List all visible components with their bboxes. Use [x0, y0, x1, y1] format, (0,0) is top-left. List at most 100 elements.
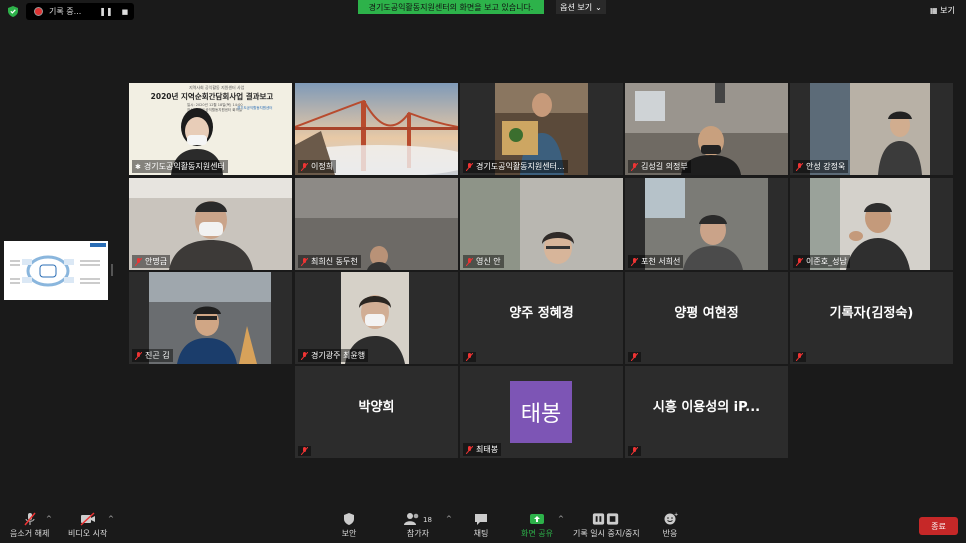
video-tile[interactable]: 안성 강정욱: [790, 83, 953, 175]
participant-avatar: 태봉: [510, 381, 572, 443]
share-screen-button[interactable]: 화면 공유: [521, 512, 553, 539]
pause-stop-recording-label: 기록 일시 중지/중지: [573, 529, 640, 538]
muted-mic-icon: [631, 353, 638, 361]
gallery-view-button[interactable]: ▦ 보기: [930, 5, 955, 16]
participants-label: 참가자: [406, 529, 429, 538]
recording-label: 기록 중...: [49, 7, 82, 16]
muted-mic-icon: [135, 257, 142, 266]
slide-title: 2020년 지역순회간담회사업 결과보고: [150, 92, 274, 101]
reactions-label: 반응: [662, 529, 678, 538]
chat-button[interactable]: 채팅: [473, 512, 489, 539]
participants-options-caret-icon[interactable]: ^: [446, 515, 452, 523]
muted-mic-icon: [466, 162, 473, 171]
participant-name: [793, 352, 806, 362]
participant-display-name: 시흥 이용성의 iP...: [652, 399, 761, 415]
video-tile[interactable]: 경기도공익활동지원센터...: [460, 83, 623, 175]
participant-name: 최희신 동두천: [298, 255, 361, 268]
video-tile[interactable]: 양주 정혜경: [460, 272, 623, 364]
participant-name: ✱ 경기도공익활동지원센터: [132, 160, 228, 173]
video-tile[interactable]: 안명금: [129, 178, 292, 270]
video-tile[interactable]: 지역사회 공익활동 지원센터 사업 2020년 지역순회간담회사업 결과보고 일…: [129, 83, 292, 175]
security-button[interactable]: 보안: [341, 512, 357, 539]
svg-text:+: +: [674, 512, 678, 518]
unmute-button[interactable]: 음소거 해제: [10, 512, 49, 539]
participant-name: 최태봉: [463, 443, 502, 456]
share-screen-label: 화면 공유: [521, 529, 553, 538]
chevron-down-icon: ⌄: [595, 2, 602, 12]
unmute-label: 음소거 해제: [10, 529, 50, 538]
pin-icon: ✱: [135, 162, 141, 171]
participants-button[interactable]: 18 참가자: [404, 512, 432, 539]
video-tile[interactable]: 김성길 의정부: [625, 83, 788, 175]
participant-name: [463, 352, 476, 362]
participant-display-name: 양주 정혜경: [509, 305, 574, 321]
participant-name: [628, 446, 641, 456]
video-options-caret-icon[interactable]: ^: [108, 515, 114, 523]
muted-mic-icon: [466, 353, 473, 361]
reactions-button[interactable]: + 반응: [662, 512, 678, 539]
shield-icon: [344, 513, 354, 525]
start-video-button[interactable]: 비디오 시작: [68, 512, 107, 539]
video-tile[interactable]: 기록자(김정숙): [790, 272, 953, 364]
participant-name: [628, 352, 641, 362]
pause-stop-recording-button[interactable]: 기록 일시 중지/중지: [573, 512, 640, 539]
screen-share-banner: 경기도공익활동지원센터의 화면을 보고 있습니다.: [358, 0, 544, 14]
view-options-label: 옵션 보기: [560, 2, 593, 12]
video-tile[interactable]: 포천 서희선: [625, 178, 788, 270]
pause-stop-icon: [593, 513, 619, 525]
participant-name: 김성길 의정부: [628, 160, 691, 173]
muted-mic-icon: [796, 162, 803, 171]
muted-mic-icon: [631, 447, 638, 455]
video-tile[interactable]: 태봉 최태봉: [460, 366, 623, 458]
muted-mic-icon: [301, 162, 308, 171]
recording-dot-icon: [34, 7, 43, 16]
chat-label: 채팅: [473, 529, 489, 538]
pause-recording-icon[interactable]: ❚❚: [99, 7, 112, 16]
chat-bubble-icon: [475, 514, 487, 525]
video-tile[interactable]: 경기광주 최윤행: [295, 272, 458, 364]
shared-screen-thumbnail[interactable]: [4, 241, 108, 300]
muted-mic-icon: [631, 162, 638, 171]
muted-mic-icon: [301, 257, 308, 266]
security-label: 보안: [341, 529, 357, 538]
participants-count: 18: [423, 516, 432, 524]
muted-mic-icon: [631, 257, 638, 266]
participant-name: 이준호_성남: [793, 255, 850, 268]
video-off-icon: [80, 512, 95, 526]
video-tile[interactable]: 진곤 김: [129, 272, 292, 364]
stop-recording-icon[interactable]: ■: [122, 8, 129, 16]
participant-name: [298, 446, 311, 456]
muted-mic-icon: [466, 445, 473, 454]
video-tile[interactable]: 최희신 동두천: [295, 178, 458, 270]
video-tile[interactable]: 이준호_성남: [790, 178, 953, 270]
share-options-caret-icon[interactable]: ^: [558, 515, 564, 523]
participant-display-name: 기록자(김정숙): [829, 305, 914, 321]
participant-name: 영신 안: [463, 255, 504, 268]
video-tile[interactable]: 박양희: [295, 366, 458, 458]
participant-display-name: 양평 여현정: [674, 305, 739, 321]
video-tile[interactable]: 시흥 이용성의 iP...: [625, 366, 788, 458]
participant-name: 이정희: [298, 160, 337, 173]
muted-mic-icon: [466, 257, 473, 266]
smiley-icon: +: [664, 512, 678, 525]
participant-name: 안명금: [132, 255, 171, 268]
recording-indicator: 기록 중... ❚❚ ■: [26, 3, 134, 20]
muted-mic-icon: [796, 353, 803, 361]
muted-mic-icon: [301, 351, 308, 360]
grid-icon: ▦: [930, 6, 938, 15]
video-tile[interactable]: 영신 안: [460, 178, 623, 270]
participant-name: 안성 강정욱: [793, 160, 849, 173]
slide-org: 경기도공익활동지원센터: [237, 106, 273, 110]
muted-mic-icon: [796, 257, 803, 266]
gallery-view-label: 보기: [940, 6, 955, 15]
video-tile[interactable]: 이정희: [295, 83, 458, 175]
video-tile[interactable]: 양평 여현정: [625, 272, 788, 364]
audio-options-caret-icon[interactable]: ^: [46, 515, 52, 523]
view-options-button[interactable]: 옵션 보기 ⌄: [556, 0, 606, 14]
start-video-label: 비디오 시작: [68, 529, 108, 538]
security-shield-icon[interactable]: [8, 6, 18, 17]
participant-display-name: 박양희: [358, 399, 395, 415]
end-meeting-button[interactable]: 종료: [919, 517, 958, 535]
participant-name: 경기도공익활동지원센터...: [463, 160, 568, 173]
thumbnail-resize-handle[interactable]: [111, 264, 113, 276]
